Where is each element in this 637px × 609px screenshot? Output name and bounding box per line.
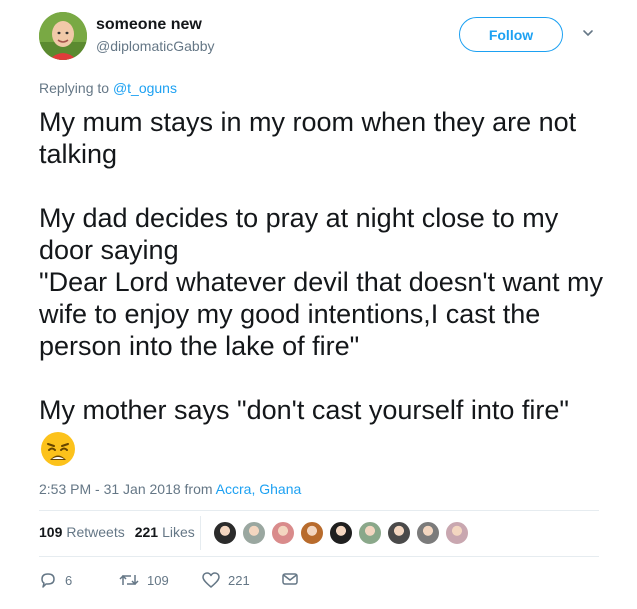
user-avatar[interactable]: [39, 12, 87, 60]
reply-icon: [41, 573, 55, 588]
heart-icon: [202, 572, 220, 588]
divider: [39, 556, 599, 557]
chevron-down-icon[interactable]: [581, 26, 595, 40]
retweet-icon: [119, 574, 139, 586]
tweet-timestamp: 2:53 PM - 31 Jan 2018 from Accra, Ghana: [39, 481, 301, 497]
divider: [39, 510, 599, 511]
tweet-actions: 6 109 221: [39, 571, 339, 591]
like-count: 221: [228, 572, 250, 588]
direct-message-action[interactable]: [281, 571, 307, 587]
user-handle[interactable]: @diplomaticGabby: [96, 38, 215, 54]
reply-action[interactable]: 6: [39, 571, 72, 589]
retweets-label: Retweets: [66, 524, 125, 540]
liker-avatar[interactable]: [213, 521, 237, 545]
envelope-icon: [282, 573, 298, 585]
liker-avatar[interactable]: [416, 521, 440, 545]
liker-avatar[interactable]: [242, 521, 266, 545]
weary-face-emoji-icon: [41, 432, 75, 466]
stats-divider: [200, 516, 201, 550]
likes-count: 221: [134, 524, 159, 540]
tweet-text: My mum stays in my room when they are no…: [39, 107, 604, 425]
timestamp-text[interactable]: 2:53 PM - 31 Jan 2018 from: [39, 481, 213, 497]
tweet-stats: 109 Retweets 221 Likes: [39, 524, 195, 540]
replying-to-label: Replying to: [39, 80, 110, 96]
likes-label: Likes: [162, 524, 195, 540]
liker-avatar[interactable]: [387, 521, 411, 545]
tweet-header: someone new @diplomaticGabby Follow: [39, 12, 609, 62]
location-link[interactable]: Accra, Ghana: [216, 481, 302, 497]
reply-mention-link[interactable]: @t_oguns: [113, 80, 177, 96]
user-name[interactable]: someone new: [96, 16, 202, 34]
retweets-stat[interactable]: 109 Retweets: [39, 524, 125, 540]
retweet-action[interactable]: 109: [119, 571, 169, 589]
liker-avatar[interactable]: [445, 521, 469, 545]
likes-stat[interactable]: 221 Likes: [135, 524, 195, 540]
retweets-count: 109: [39, 524, 63, 540]
replying-to: Replying to @t_oguns: [39, 80, 177, 96]
liker-avatar[interactable]: [329, 521, 353, 545]
like-action[interactable]: 221: [202, 571, 250, 589]
liker-avatars: [213, 521, 474, 545]
retweet-count: 109: [147, 572, 169, 588]
follow-button[interactable]: Follow: [459, 17, 563, 52]
liker-avatar[interactable]: [271, 521, 295, 545]
liker-avatar[interactable]: [358, 521, 382, 545]
liker-avatar[interactable]: [300, 521, 324, 545]
reply-count: 6: [65, 572, 73, 588]
